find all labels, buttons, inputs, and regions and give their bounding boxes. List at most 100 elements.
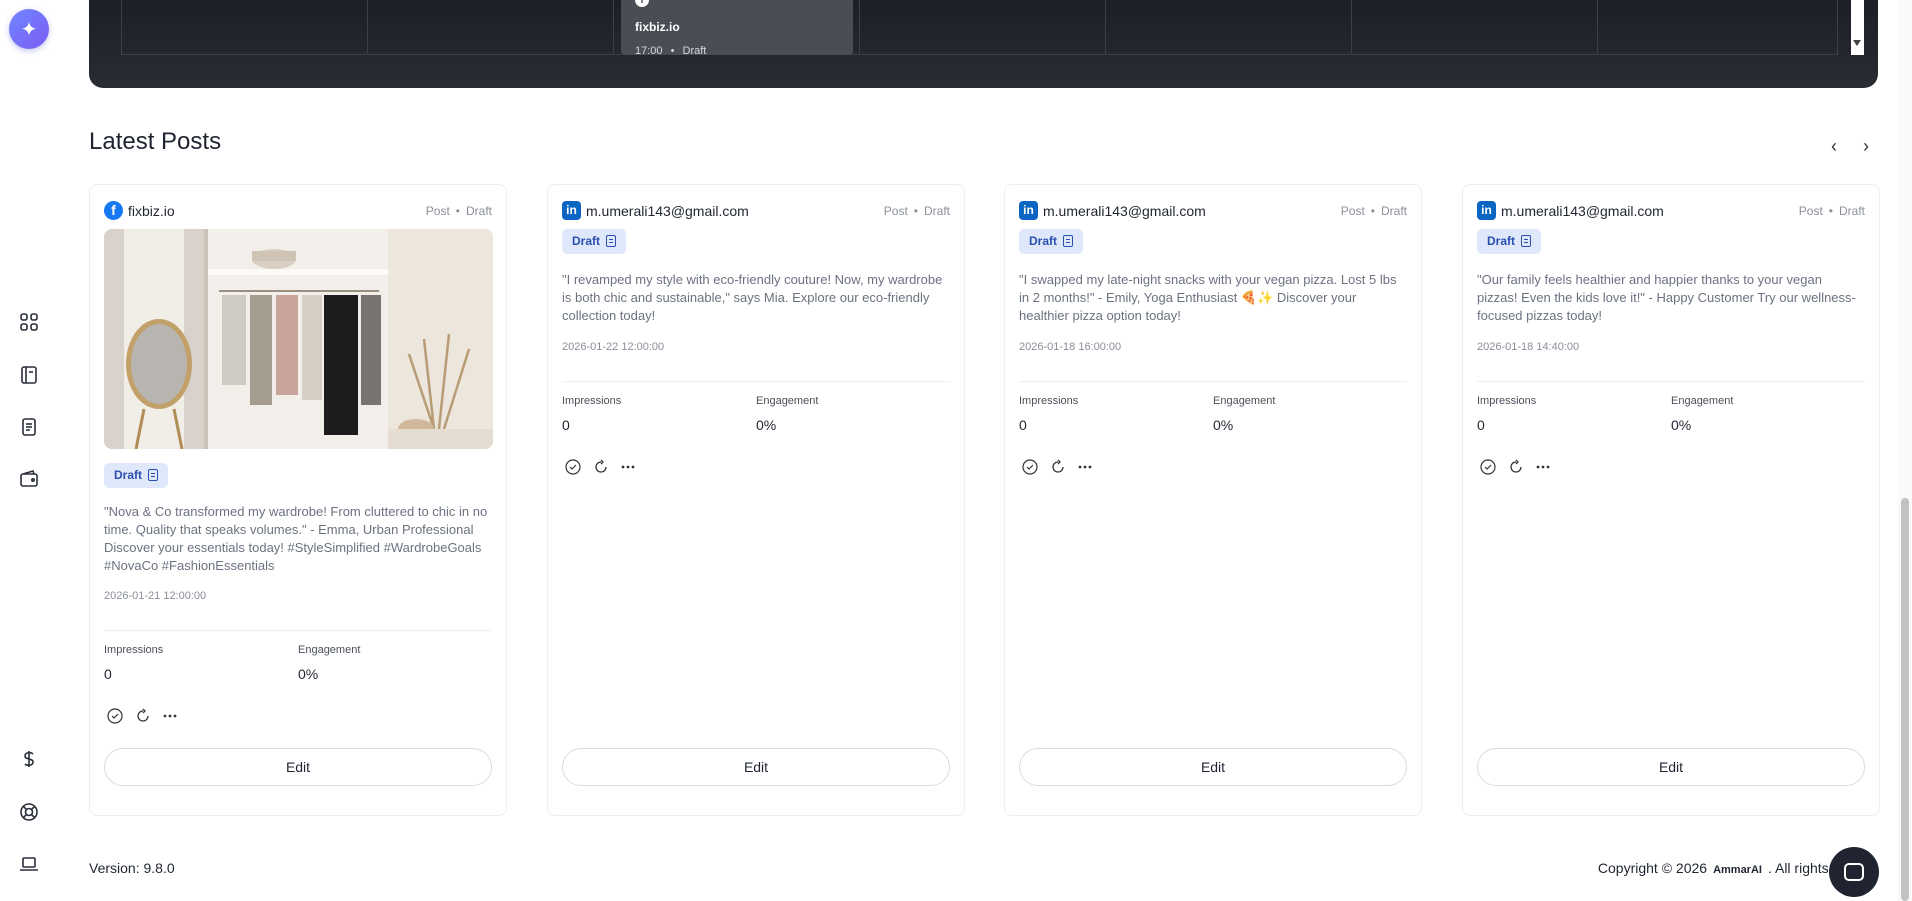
post-date: 2026-01-21 12:00:00	[104, 590, 207, 602]
brand-link[interactable]: AmmarAI	[1713, 864, 1762, 876]
post-date: 2026-01-18 16:00:00	[1019, 341, 1122, 353]
more-options-icon[interactable]	[1077, 459, 1093, 475]
laptop-icon[interactable]	[18, 853, 40, 875]
event-time: 17:00	[635, 45, 663, 57]
refresh-icon[interactable]	[1508, 459, 1524, 475]
draft-badge[interactable]: Draft	[1477, 229, 1542, 254]
post-meta: Post • Draft	[1799, 204, 1865, 218]
more-options-icon[interactable]	[620, 459, 636, 475]
badge-label: Draft	[1487, 234, 1516, 248]
separator: •	[1370, 204, 1375, 218]
sidebar: ✦	[0, 0, 58, 901]
wallet-icon[interactable]	[18, 468, 40, 490]
edit-button[interactable]: Edit	[1477, 748, 1865, 786]
account-name: m.umerali143@gmail.com	[1501, 203, 1664, 219]
event-account: fixbiz.io	[635, 20, 680, 34]
page-title: Latest Posts	[89, 128, 222, 155]
post-date: 2026-01-22 12:00:00	[562, 341, 665, 353]
calendar-column[interactable]	[860, 0, 1106, 55]
page-scrollbar[interactable]	[1898, 0, 1912, 901]
badge-label: Draft	[114, 468, 143, 482]
more-options-icon[interactable]	[1535, 459, 1551, 475]
document-icon	[1521, 235, 1532, 247]
calendar-column[interactable]	[1598, 0, 1838, 55]
draft-badge[interactable]: Draft	[104, 463, 169, 488]
engagement-label: Engagement	[1671, 395, 1734, 407]
document-icon	[148, 469, 159, 481]
scrollbar-thumb[interactable]	[1901, 498, 1909, 901]
edit-button[interactable]: Edit	[104, 748, 492, 786]
approve-check-icon[interactable]	[565, 459, 581, 475]
draft-badge[interactable]: Draft	[1019, 229, 1084, 254]
calendar-column[interactable]	[1352, 0, 1598, 55]
impressions-value: 0	[562, 417, 570, 433]
calendar-event[interactable]: f fixbiz.io 17:00 • Draft	[621, 0, 853, 57]
event-status: Draft	[682, 45, 707, 57]
impressions-label: Impressions	[1019, 395, 1079, 407]
post-card: in m.umerali143@gmail.com Post • Draft Dra…	[547, 184, 965, 816]
post-image[interactable]	[104, 229, 493, 449]
book-icon[interactable]	[18, 364, 40, 386]
copyright-prefix: Copyright © 2026	[1597, 860, 1708, 876]
post-status: Draft	[923, 204, 950, 218]
separator: •	[913, 204, 918, 218]
calendar-column[interactable]	[122, 0, 368, 55]
post-type: Post	[883, 204, 908, 218]
approve-check-icon[interactable]	[1480, 459, 1496, 475]
badge-label: Draft	[572, 234, 601, 248]
post-meta: Post • Draft	[884, 204, 950, 218]
chat-icon	[1844, 863, 1864, 881]
impressions-value: 0	[1019, 417, 1027, 433]
post-type: Post	[1798, 204, 1823, 218]
card-header: in m.umerali143@gmail.com Post • Draft	[1477, 201, 1865, 221]
approve-check-icon[interactable]	[1022, 459, 1038, 475]
lifebuoy-icon[interactable]	[18, 801, 40, 823]
facebook-icon: f	[104, 201, 123, 220]
dollar-icon[interactable]	[18, 748, 40, 770]
divider	[1019, 381, 1407, 382]
card-header: in m.umerali143@gmail.com Post • Draft	[562, 201, 950, 221]
linkedin-icon: in	[562, 201, 581, 220]
event-meta: 17:00 • Draft	[635, 45, 706, 57]
chat-support-button[interactable]	[1829, 847, 1879, 897]
impressions-value: 0	[1477, 417, 1485, 433]
calendar-column[interactable]	[1106, 0, 1352, 55]
engagement-value: 0%	[298, 666, 319, 682]
post-card: in m.umerali143@gmail.com Post • Draft Dra…	[1462, 184, 1880, 816]
post-text: "Our family feels healthier and happier …	[1477, 272, 1856, 323]
engagement-value: 0%	[1671, 417, 1692, 433]
linkedin-icon: in	[1477, 201, 1496, 220]
dashboard-icon[interactable]	[18, 311, 40, 333]
account-name: fixbiz.io	[128, 203, 175, 219]
more-options-icon[interactable]	[162, 708, 178, 724]
engagement-label: Engagement	[756, 395, 819, 407]
draft-badge[interactable]: Draft	[562, 229, 627, 254]
account-name: m.umerali143@gmail.com	[1043, 203, 1206, 219]
calendar-grid	[121, 0, 1838, 55]
separator: •	[1828, 204, 1833, 218]
post-text: "I revamped my style with eco-friendly c…	[562, 272, 943, 323]
scroll-down-arrow-icon[interactable]	[1853, 40, 1861, 46]
calendar-panel: f fixbiz.io 17:00 • Draft	[89, 0, 1878, 88]
calendar-scrollbar[interactable]	[1851, 0, 1864, 55]
document-icon[interactable]	[18, 416, 40, 438]
divider	[1477, 381, 1865, 382]
refresh-icon[interactable]	[1050, 459, 1066, 475]
post-type: Post	[1340, 204, 1365, 218]
engagement-label: Engagement	[298, 644, 361, 656]
ai-sparkle-logo-icon[interactable]: ✦	[9, 9, 49, 49]
calendar-column[interactable]	[368, 0, 614, 55]
card-header: f fixbiz.io Post • Draft	[104, 201, 492, 221]
engagement-label: Engagement	[1213, 395, 1276, 407]
divider	[562, 381, 950, 382]
next-arrow-button[interactable]: ›	[1856, 136, 1876, 157]
prev-arrow-button[interactable]: ‹	[1824, 136, 1844, 157]
refresh-icon[interactable]	[135, 708, 151, 724]
post-date: 2026-01-18 14:40:00	[1477, 341, 1580, 353]
approve-check-icon[interactable]	[107, 708, 123, 724]
edit-button[interactable]: Edit	[1019, 748, 1407, 786]
card-header: in m.umerali143@gmail.com Post • Draft	[1019, 201, 1407, 221]
edit-button[interactable]: Edit	[562, 748, 950, 786]
post-meta: Post • Draft	[1341, 204, 1407, 218]
refresh-icon[interactable]	[593, 459, 609, 475]
